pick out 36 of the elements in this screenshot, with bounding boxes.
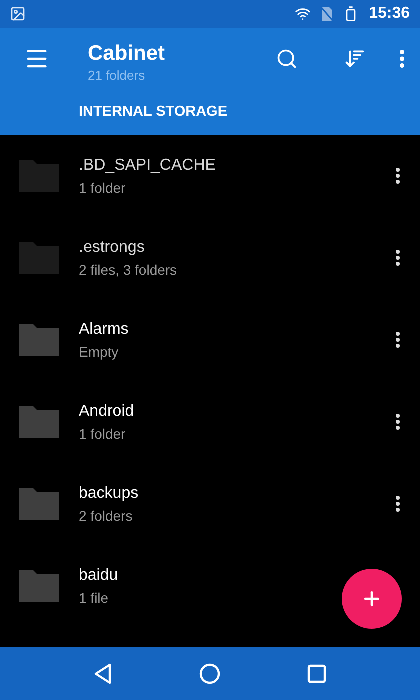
- folder-info: 2 folders: [79, 508, 133, 524]
- folder-name: baidu: [79, 566, 118, 584]
- folder-info: Empty: [79, 344, 119, 360]
- folder-row[interactable]: .BD_SAPI_CACHE 1 folder: [0, 135, 420, 217]
- clock-time: 15:36: [369, 5, 410, 23]
- no-sim-icon: [321, 6, 334, 22]
- folder-info: 2 files, 3 folders: [79, 262, 178, 278]
- wifi-icon: [295, 6, 312, 22]
- back-icon[interactable]: [93, 662, 113, 684]
- folder-info: 1 file: [79, 590, 109, 606]
- sort-icon: [344, 48, 366, 70]
- folder-row[interactable]: Android 1 folder: [0, 381, 420, 463]
- more-icon: [396, 168, 400, 184]
- folder-row[interactable]: baidu 1 file: [0, 545, 420, 627]
- app-title: Cabinet: [88, 42, 166, 66]
- more-icon: [396, 496, 400, 512]
- folder-row[interactable]: backups 2 folders: [0, 463, 420, 545]
- folder-count: 21 folders: [88, 68, 146, 82]
- folder-info: 1 folder: [79, 426, 126, 442]
- folder-info: 1 folder: [79, 180, 126, 196]
- folder-row[interactable]: .estrongs 2 files, 3 folders: [0, 217, 420, 299]
- folder-name: .BD_SAPI_CACHE: [79, 156, 216, 174]
- more-icon: [400, 50, 404, 68]
- recents-icon[interactable]: [307, 664, 327, 684]
- folder-name: .estrongs: [79, 238, 145, 256]
- more-icon: [396, 250, 400, 266]
- more-icon: [396, 332, 400, 348]
- gallery-icon: [10, 6, 26, 22]
- folder-name: backups: [79, 484, 139, 502]
- folder-name: Alarms: [79, 320, 129, 338]
- home-icon[interactable]: [199, 662, 221, 684]
- more-icon: [396, 414, 400, 430]
- folder-name: Android: [79, 402, 134, 420]
- storage-tab[interactable]: INTERNAL STORAGE: [79, 104, 228, 120]
- folder-row[interactable]: Alarms Empty: [0, 299, 420, 381]
- search-icon: [276, 48, 298, 70]
